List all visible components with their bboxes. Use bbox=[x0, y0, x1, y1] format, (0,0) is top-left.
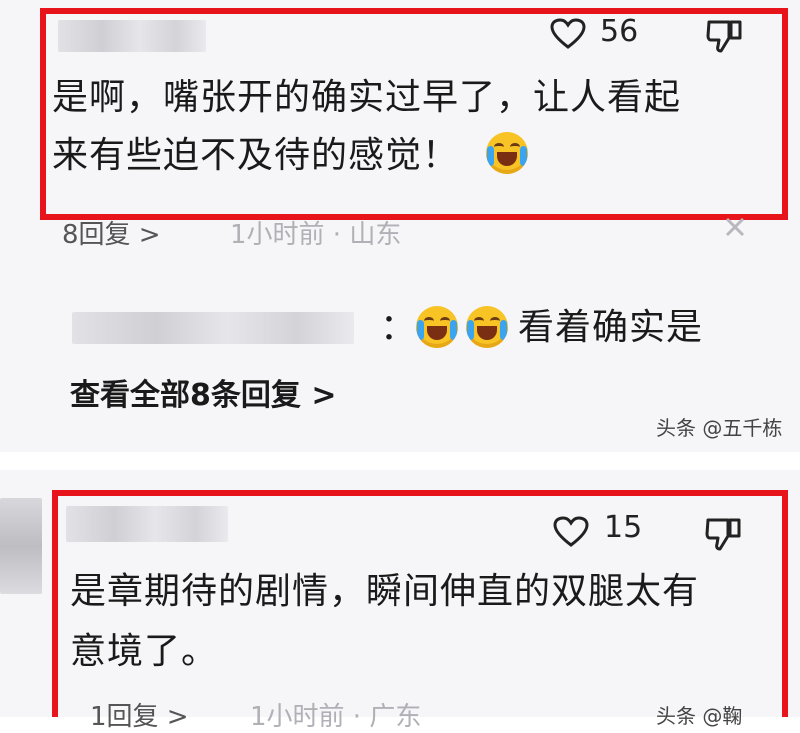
replies-count-link[interactable]: 8回复 > bbox=[62, 214, 161, 251]
reply-preview-colon: ： bbox=[380, 307, 418, 348]
reply-username-blurred bbox=[72, 312, 354, 344]
crying-laughing-emoji bbox=[466, 306, 508, 348]
crying-laughing-emoji bbox=[416, 306, 458, 348]
separator bbox=[0, 452, 800, 470]
replies-count-link[interactable]: 1回复 > bbox=[90, 696, 189, 733]
comment-card-2: 15 是章期待的剧情，瞬间伸直的双腿太有 意境了。 1回复 > 1小时前 · 广… bbox=[0, 470, 800, 732]
watermark: 头条 @鞠 bbox=[656, 704, 743, 728]
timestamp-location: 1小时前 · 广东 bbox=[250, 702, 422, 732]
watermark: 头条 @五千栋 bbox=[656, 416, 783, 440]
reply-preview-text: 看着确实是 bbox=[518, 307, 704, 348]
highlight-box-1 bbox=[40, 8, 788, 220]
timestamp-location: 1小时前 · 山东 bbox=[230, 220, 402, 250]
view-all-replies-link[interactable]: 查看全部8条回复 > bbox=[70, 370, 336, 414]
avatar-blurred bbox=[0, 498, 42, 594]
close-icon[interactable] bbox=[724, 216, 746, 238]
highlight-box-2 bbox=[52, 490, 788, 717]
comment-card-1: 56 是啊，嘴张开的确实过早了，让人看起 来有些迫不及待的感觉！ 8回复 > 1… bbox=[0, 0, 800, 452]
